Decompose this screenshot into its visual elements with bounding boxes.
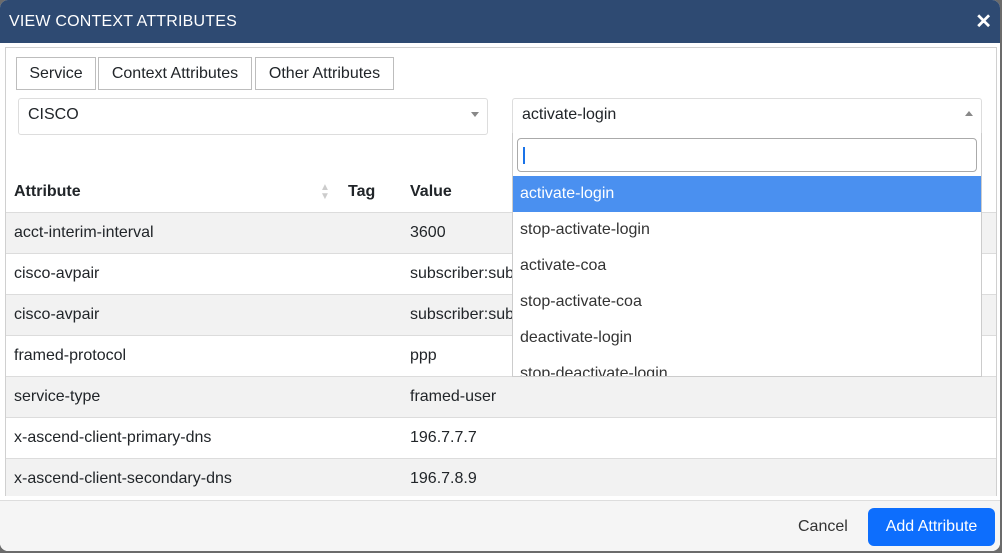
- dialog-header: VIEW CONTEXT ATTRIBUTES ✕: [0, 0, 1000, 43]
- service-select[interactable]: activate-login: [512, 98, 982, 135]
- sort-icon[interactable]: ▲ ▼: [320, 183, 330, 202]
- attribute-cell: cisco-avpair: [14, 306, 100, 323]
- service-select-value: activate-login: [522, 106, 617, 123]
- tab-other-attributes[interactable]: Other Attributes: [255, 57, 394, 90]
- text-cursor: [523, 147, 525, 164]
- attribute-cell: framed-protocol: [14, 347, 127, 364]
- view-context-attributes-dialog: VIEW CONTEXT ATTRIBUTES ✕ Service Contex…: [0, 0, 1000, 551]
- table-row[interactable]: x-ascend-client-primary-dns 196.7.7.7: [6, 417, 996, 458]
- service-dropdown-menu: activate-login stop-activate-login activat…: [512, 133, 982, 377]
- chevron-up-icon: [965, 111, 973, 116]
- tab-service[interactable]: Service: [16, 57, 96, 90]
- tab-context-attributes[interactable]: Context Attributes: [98, 57, 252, 90]
- column-header-attribute[interactable]: Attribute: [14, 183, 81, 201]
- attribute-cell: cisco-avpair: [14, 265, 100, 282]
- attribute-cell: service-type: [14, 388, 101, 405]
- dialog-title: VIEW CONTEXT ATTRIBUTES: [9, 13, 238, 30]
- attribute-cell: x-ascend-client-primary-dns: [14, 429, 212, 446]
- dropdown-option[interactable]: stop-deactivate-login: [513, 356, 981, 376]
- attribute-cell: x-ascend-client-secondary-dns: [14, 470, 232, 487]
- table-row[interactable]: x-ascend-client-secondary-dns 196.7.8.9: [6, 458, 996, 496]
- column-header-tag[interactable]: Tag: [348, 183, 375, 201]
- value-cell: 3600: [410, 224, 446, 241]
- column-header-value[interactable]: Value: [410, 183, 452, 201]
- attribute-cell: acct-interim-interval: [14, 224, 154, 241]
- value-cell: subscriber:sub: [410, 265, 515, 282]
- dropdown-option[interactable]: activate-login: [513, 176, 981, 212]
- dropdown-option[interactable]: stop-activate-coa: [513, 284, 981, 320]
- value-cell: framed-user: [410, 388, 497, 405]
- chevron-down-icon: [471, 112, 479, 117]
- table-row[interactable]: service-type framed-user: [6, 376, 996, 417]
- value-cell: subscriber:sub: [410, 306, 515, 323]
- cancel-button[interactable]: Cancel: [798, 518, 848, 536]
- value-cell: 196.7.7.7: [410, 429, 477, 446]
- value-cell: 196.7.8.9: [410, 470, 477, 487]
- close-icon[interactable]: ✕: [975, 9, 992, 34]
- dialog-footer: Cancel Add Attribute: [0, 500, 1000, 551]
- dropdown-option[interactable]: stop-activate-login: [513, 212, 981, 248]
- vendor-select-value: CISCO: [28, 106, 79, 123]
- dropdown-option[interactable]: deactivate-login: [513, 320, 981, 356]
- dropdown-option[interactable]: activate-coa: [513, 248, 981, 284]
- dropdown-search-input[interactable]: [517, 138, 977, 172]
- value-cell: ppp: [410, 347, 437, 364]
- add-attribute-button[interactable]: Add Attribute: [868, 508, 995, 546]
- vendor-select[interactable]: CISCO: [18, 98, 488, 135]
